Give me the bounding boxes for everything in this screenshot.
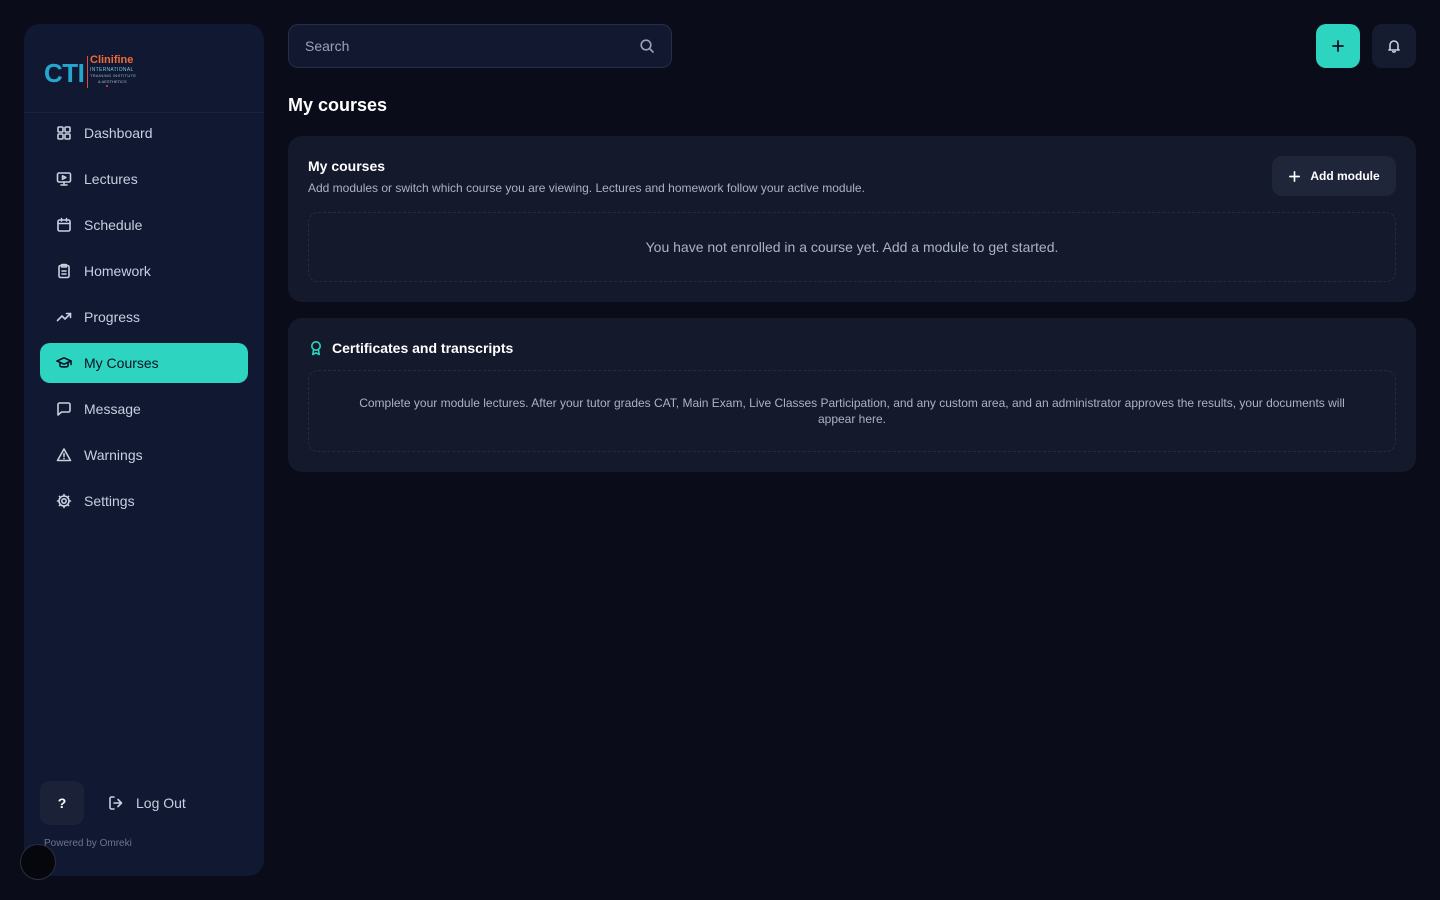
plus-icon bbox=[1332, 40, 1344, 52]
plus-icon bbox=[1289, 170, 1301, 182]
logo-mark: CTI bbox=[44, 58, 85, 88]
sidebar-item-progress[interactable]: Progress bbox=[40, 297, 248, 337]
bell-icon bbox=[1388, 40, 1400, 53]
sidebar-item-label: Progress bbox=[84, 309, 141, 325]
quick-add-button[interactable] bbox=[1316, 24, 1360, 68]
sidebar-item-dashboard[interactable]: Dashboard bbox=[40, 113, 248, 153]
award-icon bbox=[311, 341, 321, 356]
sidebar-item-warnings[interactable]: Warnings bbox=[40, 435, 248, 475]
sidebar-item-label: Settings bbox=[84, 493, 135, 509]
certificates-empty-state: Complete your module lectures. After you… bbox=[308, 370, 1396, 452]
sidebar-item-schedule[interactable]: Schedule bbox=[40, 205, 248, 245]
card-subtitle: Add modules or switch which course you a… bbox=[308, 181, 865, 195]
monitor-play-icon bbox=[56, 171, 72, 187]
calendar-icon bbox=[56, 217, 72, 233]
logout-button[interactable]: Log Out bbox=[108, 791, 186, 815]
logout-label: Log Out bbox=[136, 795, 186, 811]
logo-divider bbox=[87, 56, 88, 88]
certificates-header: Certificates and transcripts bbox=[308, 338, 513, 358]
avatar[interactable] bbox=[20, 844, 56, 880]
sidebar-item-my-courses[interactable]: My Courses bbox=[40, 343, 248, 383]
sidebar-item-label: Homework bbox=[84, 263, 151, 279]
search-bar bbox=[288, 24, 672, 68]
logout-icon bbox=[109, 796, 123, 810]
search-icon[interactable] bbox=[639, 38, 655, 54]
sidebar-item-label: Message bbox=[84, 401, 141, 417]
sidebar-item-label: Dashboard bbox=[84, 125, 153, 141]
grid-icon bbox=[56, 125, 72, 141]
clipboard-icon bbox=[56, 263, 72, 279]
logo-name: Clinifine bbox=[90, 54, 134, 66]
search-input[interactable] bbox=[305, 38, 639, 54]
card-title: Certificates and transcripts bbox=[332, 340, 514, 356]
sidebar: CTI Clinifine INTERNATIONAL TRAINING INS… bbox=[24, 24, 264, 876]
alert-triangle-icon bbox=[56, 447, 72, 463]
graduation-cap-icon bbox=[56, 355, 72, 371]
sidebar-item-label: Warnings bbox=[84, 447, 143, 463]
card-title: My courses bbox=[308, 158, 386, 174]
sidebar-item-message[interactable]: Message bbox=[40, 389, 248, 429]
sidebar-item-settings[interactable]: Settings bbox=[40, 481, 248, 521]
sidebar-item-label: Schedule bbox=[84, 217, 143, 233]
sidebar-item-homework[interactable]: Homework bbox=[40, 251, 248, 291]
logo-dot bbox=[106, 85, 108, 87]
notifications-button[interactable] bbox=[1372, 24, 1416, 68]
my-courses-card: My courses Add modules or switch which c… bbox=[288, 136, 1416, 302]
page-title: My courses bbox=[288, 95, 388, 115]
logo-line-2: TRAINING INSTITUTE bbox=[90, 73, 137, 78]
add-module-label: Add module bbox=[1310, 169, 1380, 183]
message-square-icon bbox=[56, 401, 72, 417]
certificates-card: Certificates and transcripts Complete yo… bbox=[288, 318, 1416, 472]
sidebar-item-lectures[interactable]: Lectures bbox=[40, 159, 248, 199]
brand-logo[interactable]: CTI Clinifine INTERNATIONAL TRAINING INS… bbox=[44, 52, 244, 112]
sidebar-item-label: My Courses bbox=[84, 355, 159, 371]
sidebar-item-label: Lectures bbox=[84, 171, 138, 187]
courses-empty-state: You have not enrolled in a course yet. A… bbox=[308, 212, 1396, 282]
gear-icon bbox=[56, 493, 72, 509]
add-module-button[interactable]: Add module bbox=[1272, 156, 1396, 196]
powered-by-text: Powered by Omreki bbox=[44, 838, 132, 849]
trending-up-icon bbox=[56, 309, 72, 325]
logo-line-3: & AESTHETICS bbox=[98, 79, 127, 84]
help-button[interactable]: ? bbox=[40, 781, 84, 825]
